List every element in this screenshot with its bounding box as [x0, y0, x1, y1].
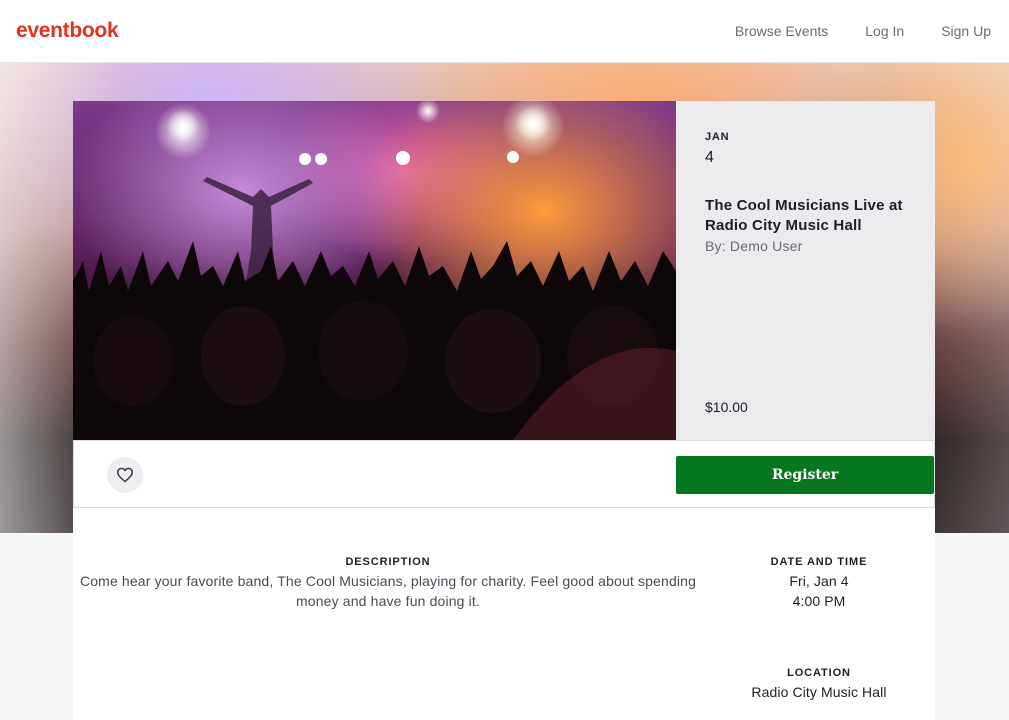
nav-browse-events[interactable]: Browse Events — [735, 23, 828, 39]
event-photo — [73, 101, 676, 440]
event-time: 4:00 PM — [792, 593, 846, 609]
eventbook-logo[interactable]: eventbook — [16, 19, 119, 43]
heart-icon — [116, 467, 133, 483]
date-time-section: DATE AND TIME Fri, Jan 4 4:00 PM — [733, 556, 905, 611]
event-price: $10.00 — [705, 399, 748, 415]
main-nav: Browse Events Log In Sign Up — [698, 23, 991, 39]
register-button[interactable]: Register — [676, 456, 934, 494]
event-day: 4 — [705, 149, 714, 166]
event-details: DESCRIPTION Come hear your favorite band… — [73, 508, 935, 720]
event-title: The Cool Musicians Live at Radio City Mu… — [705, 197, 903, 234]
description-heading: DESCRIPTION — [345, 556, 431, 568]
top-navbar: eventbook Browse Events Log In Sign Up — [0, 0, 1009, 63]
event-action-bar: Register — [73, 440, 935, 508]
event-summary-panel: JAN 4 The Cool Musicians Live at Radio C… — [676, 101, 935, 440]
description-section: DESCRIPTION Come hear your favorite band… — [73, 556, 703, 611]
nav-sign-up[interactable]: Sign Up — [941, 23, 991, 39]
event-location: Radio City Music Hall — [751, 684, 887, 700]
event-month: JAN — [705, 131, 730, 143]
concert-crowd-image — [73, 101, 676, 440]
description-text: Come hear your favorite band, The Cool M… — [79, 573, 697, 609]
like-button[interactable] — [107, 457, 143, 493]
date-time-heading: DATE AND TIME — [770, 556, 868, 568]
event-card-top: JAN 4 The Cool Musicians Live at Radio C… — [73, 101, 935, 440]
event-date: Fri, Jan 4 — [789, 573, 849, 589]
event-organizer: By: Demo User — [705, 238, 803, 254]
nav-log-in[interactable]: Log In — [865, 23, 904, 39]
location-heading: LOCATION — [787, 667, 851, 679]
location-section: LOCATION Radio City Music Hall — [733, 667, 905, 702]
